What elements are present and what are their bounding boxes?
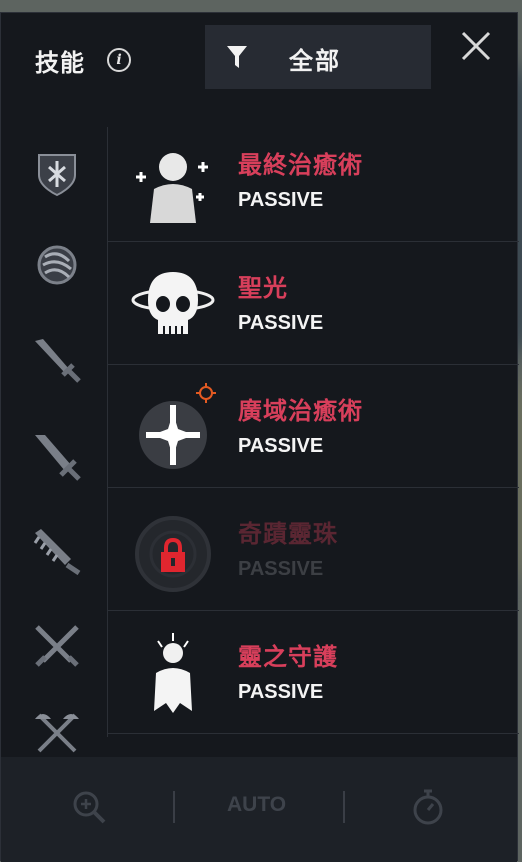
halo-skull-icon xyxy=(131,272,215,334)
close-icon[interactable] xyxy=(459,29,493,63)
crossed-axes-icon[interactable] xyxy=(31,705,83,757)
skill-name: 聖光 xyxy=(238,274,288,302)
sword-icon[interactable] xyxy=(31,335,83,387)
filter-button[interactable]: 全部 xyxy=(205,25,431,89)
skill-name: 廣域治癒術 xyxy=(238,397,363,425)
greatsword-icon[interactable] xyxy=(31,431,83,483)
skill-type: PASSIVE xyxy=(238,435,324,457)
healing-figure-icon xyxy=(136,153,208,223)
skill-row[interactable]: 聖光 PASSIVE xyxy=(108,242,519,365)
footer-divider xyxy=(343,791,345,823)
skill-type: PASSIVE xyxy=(238,312,324,334)
skill-type: PASSIVE xyxy=(238,189,324,211)
stopwatch-icon[interactable] xyxy=(409,787,447,827)
skill-row[interactable]: 最終治癒術 PASSIVE xyxy=(108,119,519,242)
crossed-swords-icon[interactable] xyxy=(31,621,83,673)
filter-label: 全部 xyxy=(289,47,341,75)
spirit-guardian-icon xyxy=(154,633,192,713)
auto-button[interactable]: AUTO xyxy=(227,793,286,817)
skill-list: 最終治癒術 PASSIVE 聖光 PASSIVE 廣域治癒術 PASSIVE 奇… xyxy=(108,119,519,741)
miracle-orb-icon xyxy=(135,516,211,592)
skills-panel: 技能 i 全部 最終治癒術 PASSIVE 聖光 PASSIVE 廣域治癒術 P… xyxy=(0,12,519,862)
skill-type: PASSIVE xyxy=(238,558,324,580)
skill-row[interactable]: 廣域治癒術 PASSIVE xyxy=(108,365,519,488)
radiant-cross-icon xyxy=(139,383,216,469)
category-sidebar xyxy=(1,127,108,753)
skill-name: 最終治癒術 xyxy=(238,151,363,179)
footer-divider xyxy=(173,791,175,823)
skill-name: 靈之守護 xyxy=(238,643,338,671)
panel-footer: AUTO xyxy=(1,757,517,862)
skill-row-locked[interactable]: 奇蹟靈珠 PASSIVE xyxy=(108,488,519,611)
panel-title: 技能 xyxy=(35,49,85,77)
skill-type: PASSIVE xyxy=(238,681,324,703)
skill-row[interactable]: 靈之守護 PASSIVE xyxy=(108,611,519,734)
info-icon[interactable]: i xyxy=(107,48,131,72)
shield-emblem-icon[interactable] xyxy=(31,147,83,199)
gauntlet-fist-icon[interactable] xyxy=(31,239,83,291)
spiked-blade-icon[interactable] xyxy=(31,525,83,577)
panel-header: 技能 i 全部 xyxy=(1,13,517,123)
magnify-plus-icon[interactable] xyxy=(71,789,107,825)
filter-funnel-icon xyxy=(227,46,247,68)
skill-name: 奇蹟靈珠 xyxy=(238,520,338,548)
